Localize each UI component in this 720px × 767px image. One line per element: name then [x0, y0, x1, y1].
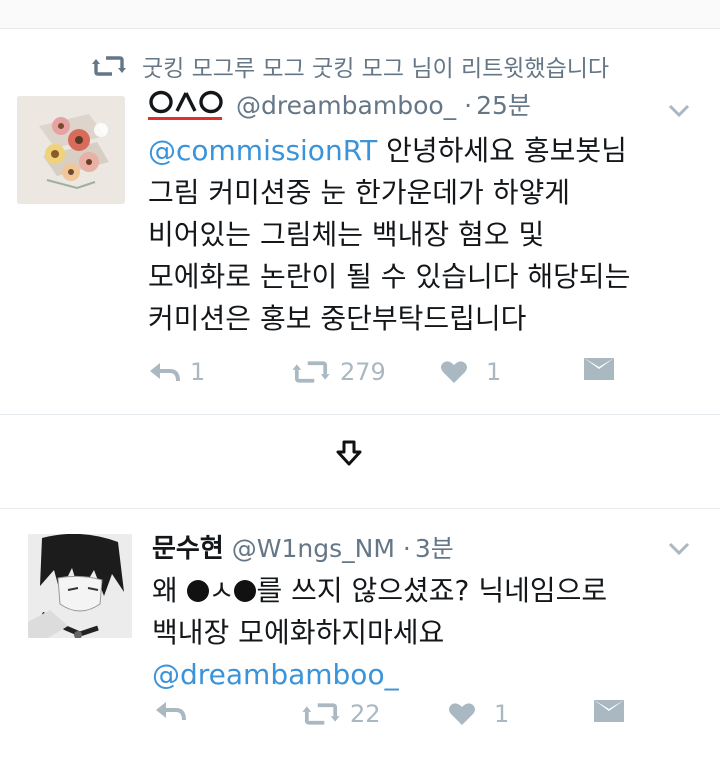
chevron-down-icon[interactable]	[668, 104, 690, 118]
dm-envelope-icon	[584, 358, 614, 380]
tweet-text-line: 모에화로 논란이 될 수 있습니다 해당되는	[148, 260, 631, 293]
mention-link[interactable]: @dreambamboo_	[152, 658, 399, 691]
tweet-text-line: 안녕하세요 홍보봇님	[377, 134, 627, 167]
author-name[interactable]: 문수현	[152, 528, 224, 565]
name-glyph-o-icon	[149, 90, 173, 114]
name-glyph-s-icon	[175, 92, 197, 112]
retweet-button[interactable]: 22	[302, 700, 381, 728]
retweet-icon	[292, 361, 330, 383]
tweet: 굿킹 모그루 모그 굿킹 모그 님이 리트윗했습니다 @dreambamboo_…	[0, 34, 720, 414]
reply-button[interactable]	[154, 700, 196, 722]
flower-avatar-image	[17, 96, 125, 204]
black-dot-icon	[186, 580, 209, 602]
tweet-text-line: 커미션은 홍보 중단부탁드립니다	[148, 302, 527, 335]
retweet-icon	[302, 703, 340, 725]
retweet-context-label: 굿킹 모그루 모그 굿킹 모그 님이 리트윗했습니다	[142, 56, 610, 82]
like-button[interactable]: 1	[448, 700, 509, 728]
down-arrow-icon	[336, 440, 362, 466]
tweet-text: @commissionRT 안녕하세요 홍보봇님 그림 커미션중 눈 한가운데가…	[148, 130, 708, 340]
tweet-header: 문수현 @W1ngs_NM · 3분	[152, 528, 454, 565]
text-fragment: 를 쓰지 않으셨죠? 닉네임으로	[256, 574, 608, 607]
retweet-button[interactable]: 279	[292, 358, 386, 386]
name-glyph-o-icon	[199, 90, 223, 114]
tweet-header: @dreambamboo_ · 25분	[148, 86, 531, 122]
retweet-count: 22	[350, 700, 381, 728]
heart-icon	[449, 703, 475, 725]
retweet-icon	[92, 56, 126, 76]
avatar[interactable]	[28, 534, 132, 638]
tweet-text-line: 그림 커미션중 눈 한가운데가 하얗게	[148, 176, 571, 209]
tweet-text-line: 비어있는 그림체는 백내장 혐오 및	[148, 218, 545, 251]
tweet-text: 왜 ㅅ 를 쓰지 않으셨죠? 닉네임으로 백내장 모에화하지마세요 @dreamb…	[152, 570, 712, 696]
handle[interactable]: @dreambamboo_	[236, 91, 456, 120]
tweet-actions: 22 1	[0, 700, 720, 736]
top-divider-strip	[0, 0, 720, 29]
text-fragment: ㅅ	[208, 574, 235, 607]
reply-icon	[156, 702, 186, 721]
black-dot-icon	[234, 580, 257, 602]
like-button[interactable]: 1	[440, 358, 501, 386]
timestamp[interactable]: 3분	[415, 529, 454, 565]
meta-separator: ·	[464, 91, 473, 120]
like-count: 1	[494, 700, 510, 728]
chevron-down-icon[interactable]	[668, 542, 690, 556]
divider	[0, 414, 720, 415]
meta-separator: ·	[402, 534, 411, 563]
dm-envelope-icon	[594, 700, 624, 722]
retweet-context[interactable]: 굿킹 모그루 모그 굿킹 모그 님이 리트윗했습니다	[92, 48, 609, 84]
retweet-count: 279	[340, 358, 386, 386]
red-underline-mark	[148, 117, 222, 120]
mention-link[interactable]: @commissionRT	[148, 134, 377, 167]
tweet-actions: 1 279 1	[0, 358, 720, 394]
reply-button[interactable]: 1	[148, 358, 205, 386]
text-fragment: 왜	[152, 574, 187, 607]
heart-icon	[441, 361, 467, 383]
avatar[interactable]	[17, 96, 125, 204]
tweet-text-line: 백내장 모에화하지마세요	[152, 616, 445, 649]
handle[interactable]: @W1ngs_NM	[232, 534, 395, 563]
like-count: 1	[486, 358, 502, 386]
reply-count: 1	[190, 358, 206, 386]
divider	[0, 508, 720, 509]
tweet: 문수현 @W1ngs_NM · 3분 왜 ㅅ 를 쓰지 않으셨죠? 닉네임으로 백…	[0, 520, 720, 760]
reply-icon	[150, 363, 180, 382]
anime-character-avatar-image	[28, 534, 132, 638]
author-name[interactable]	[148, 90, 224, 120]
direct-message-button[interactable]	[594, 700, 624, 722]
timestamp[interactable]: 25분	[476, 86, 531, 122]
tweet-text-line: 왜 ㅅ 를 쓰지 않으셨죠? 닉네임으로	[152, 570, 712, 612]
direct-message-button[interactable]	[584, 358, 614, 380]
